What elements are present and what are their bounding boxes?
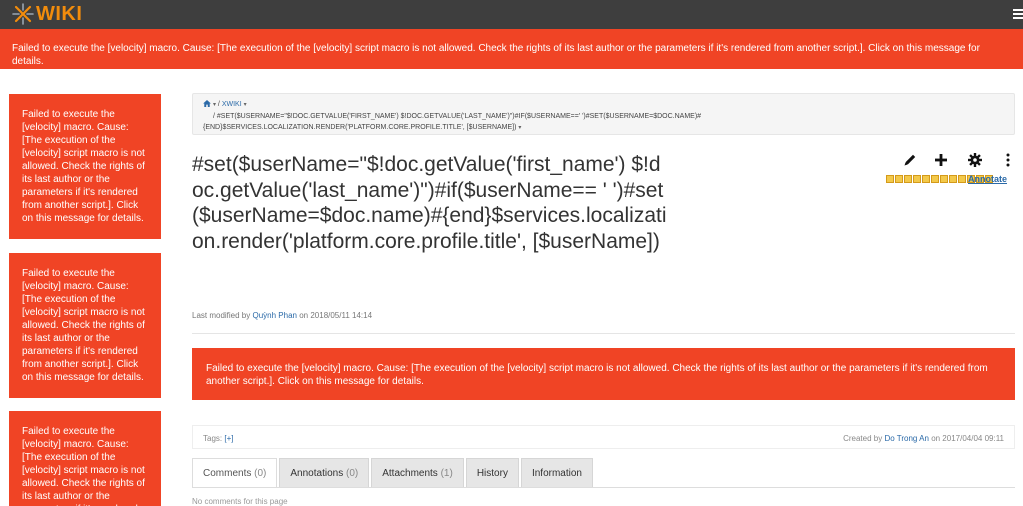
annotation-marker-icon [922, 175, 930, 183]
breadcrumb-separator: / [213, 113, 215, 120]
tab-label: Annotations [290, 468, 344, 479]
annotate-link[interactable]: Annotate [968, 174, 1007, 184]
tab-label: Attachments [382, 468, 438, 479]
annotation-marker-icon [895, 175, 903, 183]
xwiki-logo-icon [12, 3, 34, 25]
tab-count: (0) [345, 468, 359, 479]
gear-icon[interactable] [967, 152, 983, 168]
tab-attachments[interactable]: Attachments (1) [371, 458, 464, 488]
annotation-marker-icon [958, 175, 966, 183]
created-info: Created by Do Trong An on 2017/04/04 09:… [843, 434, 1004, 443]
breadcrumb-separator: / [217, 101, 220, 108]
velocity-error-content[interactable]: Failed to execute the [velocity] macro. … [192, 348, 1015, 400]
tabs-underline [192, 487, 1015, 488]
home-icon[interactable] [203, 100, 211, 107]
divider [192, 333, 1015, 334]
page-title: #set($userName="$!doc.getValue('first_na… [192, 153, 667, 253]
top-navbar: WIKI [0, 0, 1023, 29]
annotate-area: Annotate [886, 173, 1007, 185]
velocity-error-sidebar-2[interactable]: Failed to execute the [velocity] macro. … [9, 253, 161, 398]
velocity-error-sidebar-3[interactable]: Failed to execute the [velocity] macro. … [9, 411, 161, 506]
plus-icon[interactable] [933, 152, 949, 168]
breadcrumb-root-link[interactable]: XWIKI [222, 101, 242, 108]
vertical-dots-icon[interactable] [1000, 152, 1016, 168]
annotation-marker-icon [940, 175, 948, 183]
add-tag-button[interactable]: [+] [224, 434, 233, 443]
annotation-marker-icon [931, 175, 939, 183]
document-info-bar: Tags: [+] Created by Do Trong An on 2017… [192, 425, 1015, 449]
tab-label: Comments [203, 468, 252, 479]
annotation-marker-icon [886, 175, 894, 183]
tags-label: Tags: [203, 434, 223, 443]
chevron-down-icon[interactable]: ▾ [213, 102, 216, 108]
velocity-error-banner-top[interactable]: Failed to execute the [velocity] macro. … [0, 29, 1023, 69]
xwiki-logo[interactable]: WIKI [12, 3, 82, 25]
doc-extra-tabs: Comments (0) Annotations (0) Attachments… [192, 458, 595, 488]
created-date: on 2017/04/04 09:11 [931, 434, 1004, 443]
breadcrumb: ▾ / XWIKI ▾ / #SET($USERNAME="$!DOC.GETV… [192, 93, 1015, 135]
tab-count: (1) [440, 468, 453, 479]
chevron-down-icon[interactable]: ▾ [244, 102, 247, 108]
logo-wordmark: WIKI [36, 3, 83, 25]
tab-information[interactable]: Information [520, 458, 593, 488]
last-modified-date: on 2018/05/11 14:14 [299, 311, 373, 320]
tab-annotations[interactable]: Annotations (0) [279, 458, 370, 488]
tab-comments[interactable]: Comments (0) [192, 458, 278, 488]
tab-label: Information [531, 468, 582, 479]
last-modified-prefix: Last modified by [192, 311, 251, 320]
annotation-marker-icon [913, 175, 921, 183]
pencil-icon[interactable] [902, 152, 918, 168]
last-modified-user-link[interactable]: Quỳnh Phan [253, 311, 297, 320]
created-user-link[interactable]: Do Trong An [884, 434, 928, 443]
tab-count: (0) [254, 468, 267, 479]
annotation-marker-icon [949, 175, 957, 183]
page-actions [900, 152, 1018, 170]
last-modified-info: Last modified by Quỳnh Phan on 2018/05/1… [192, 311, 372, 320]
no-comments-text: No comments for this page [192, 497, 288, 506]
breadcrumb-current-line-1: #SET($USERNAME="$!DOC.GETVALUE('FIRST_NA… [216, 113, 702, 120]
velocity-error-sidebar-1[interactable]: Failed to execute the [velocity] macro. … [9, 94, 161, 239]
hamburger-icon[interactable] [1013, 9, 1023, 20]
tags-section: Tags: [+] [203, 434, 233, 443]
chevron-down-icon[interactable]: ▾ [518, 125, 521, 131]
annotation-marker-icon [904, 175, 912, 183]
tab-label: History [476, 468, 508, 479]
tab-history[interactable]: History [465, 458, 519, 488]
breadcrumb-current-line-2: {END}$SERVICES.LOCALIZATION.RENDER('PLAT… [203, 124, 517, 131]
created-prefix: Created by [843, 434, 883, 443]
